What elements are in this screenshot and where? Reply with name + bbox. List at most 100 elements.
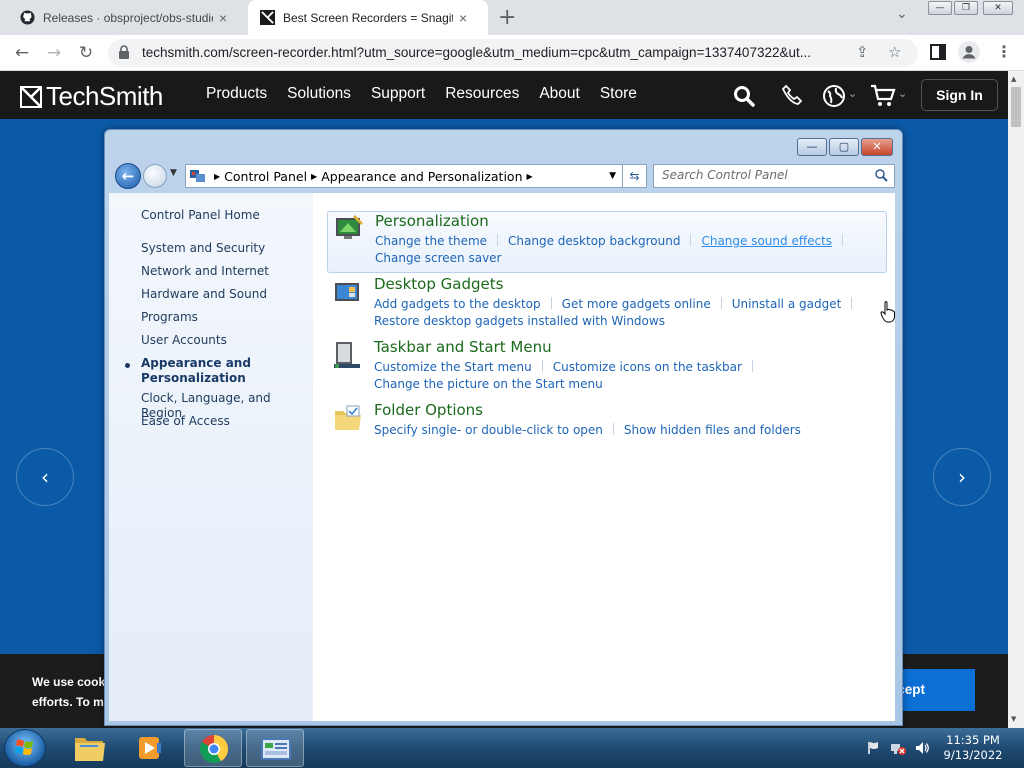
category-title[interactable]: Folder Options — [374, 401, 483, 419]
breadcrumb-control-panel[interactable]: Control Panel — [224, 169, 307, 184]
cp-close-button[interactable]: ✕ — [861, 138, 893, 156]
nav-system-security[interactable]: System and Security — [141, 241, 265, 256]
cp-history-dropdown-icon[interactable]: ▼ — [170, 168, 177, 178]
tab-snagit[interactable]: Best Screen Recorders = Snagit × — [248, 0, 488, 35]
address-dropdown-icon[interactable]: ▼ — [609, 171, 616, 181]
address-bar[interactable]: techsmith.com/screen-recorder.html?utm_s… — [108, 39, 918, 67]
taskbar-chrome[interactable] — [184, 729, 242, 767]
tray-volume-icon[interactable] — [914, 740, 930, 756]
clock-time: 11:35 PM — [946, 733, 1000, 747]
chevron-down-icon[interactable]: ⌄ — [848, 87, 857, 100]
magnifier-icon[interactable] — [874, 168, 888, 182]
cp-maximize-button[interactable]: ▢ — [829, 138, 859, 156]
reload-button[interactable]: ↻ — [74, 41, 98, 65]
category-title[interactable]: Desktop Gadgets — [374, 275, 503, 293]
cp-breadcrumb[interactable]: ▶ Control Panel ▶ Appearance and Persona… — [185, 164, 647, 188]
link-change-screen-saver[interactable]: Change screen saver — [375, 251, 502, 265]
cp-search-placeholder: Search Control Panel — [662, 168, 788, 182]
category-links: Customize the Start menu Customize icons … — [374, 359, 894, 393]
taskbar-clock[interactable]: 11:35 PM 9/13/2022 — [938, 733, 1008, 763]
media-player-icon — [139, 737, 161, 759]
link-customize-taskbar-icons[interactable]: Customize icons on the taskbar — [553, 360, 742, 374]
logo-text: TechSmith — [46, 81, 163, 111]
divider — [751, 360, 753, 372]
cart-icon[interactable] — [870, 84, 896, 108]
divider — [720, 297, 722, 309]
category-links: Change the theme Change desktop backgroun… — [375, 233, 895, 267]
page-scrollbar[interactable]: ▲ ▼ — [1008, 71, 1024, 728]
link-restore-gadgets[interactable]: Restore desktop gadgets installed with W… — [374, 314, 665, 328]
link-get-more-gadgets[interactable]: Get more gadgets online — [562, 297, 711, 311]
globe-icon[interactable] — [822, 84, 846, 108]
browser-tab-strip: Releases · obsproject/obs-studio × Best … — [0, 0, 1024, 35]
nav-appearance-personalization[interactable]: Appearance and Personalization — [141, 356, 251, 386]
cp-forward-button[interactable] — [143, 164, 167, 188]
link-customize-start-menu[interactable]: Customize the Start menu — [374, 360, 532, 374]
nav-solutions[interactable]: Solutions — [287, 85, 351, 103]
control-panel-icon — [261, 738, 291, 760]
cp-minimize-button[interactable]: — — [797, 138, 827, 156]
profile-avatar-icon[interactable] — [958, 41, 980, 63]
link-change-desktop-background[interactable]: Change desktop background — [508, 234, 680, 248]
nav-programs[interactable]: Programs — [141, 310, 198, 325]
cp-refresh-button[interactable]: ⇆ — [622, 164, 647, 188]
link-add-gadgets[interactable]: Add gadgets to the desktop — [374, 297, 541, 311]
nav-resources[interactable]: Resources — [445, 85, 519, 103]
start-button[interactable] — [4, 729, 46, 767]
link-show-hidden-files[interactable]: Show hidden files and folders — [624, 423, 801, 437]
nav-support[interactable]: Support — [371, 85, 425, 103]
tray-network-icon[interactable] — [890, 740, 906, 756]
sign-in-button[interactable]: Sign In — [921, 79, 998, 111]
techsmith-logo[interactable]: TechSmith — [20, 81, 163, 112]
nav-label-line: Appearance and — [141, 356, 251, 370]
back-button[interactable]: ← — [10, 41, 34, 65]
tab-close-icon[interactable]: × — [219, 10, 227, 26]
nav-network-internet[interactable]: Network and Internet — [141, 264, 269, 279]
tab-search-chevron-icon[interactable]: ⌄ — [896, 6, 908, 22]
bookmark-star-icon[interactable]: ☆ — [888, 43, 901, 61]
link-change-sound-effects[interactable]: Change sound effects — [701, 234, 832, 248]
share-icon[interactable]: ⇪ — [856, 43, 869, 61]
menu-kebab-icon[interactable]: ⋮ — [996, 42, 1012, 61]
link-change-start-picture[interactable]: Change the picture on the Start menu — [374, 377, 603, 391]
category-title[interactable]: Personalization — [375, 212, 489, 230]
nav-ease-of-access[interactable]: Ease of Access — [141, 414, 230, 429]
tab-obs-releases[interactable]: Releases · obsproject/obs-studio × — [8, 0, 248, 35]
divider — [851, 297, 853, 309]
nav-user-accounts[interactable]: User Accounts — [141, 333, 227, 348]
taskbar-media-player[interactable] — [122, 729, 180, 767]
breadcrumb-appearance[interactable]: Appearance and Personalization — [321, 169, 522, 184]
cp-search-input[interactable]: Search Control Panel — [653, 164, 895, 188]
link-uninstall-gadget[interactable]: Uninstall a gadget — [732, 297, 842, 311]
carousel-next-button[interactable]: › — [933, 448, 991, 506]
nav-control-panel-home[interactable]: Control Panel Home — [141, 208, 260, 223]
cookie-line: efforts. To m — [32, 695, 104, 709]
restore-button[interactable]: ❐ — [954, 1, 978, 15]
side-panel-icon[interactable] — [930, 44, 946, 60]
nav-about[interactable]: About — [539, 85, 580, 103]
link-change-theme[interactable]: Change the theme — [375, 234, 487, 248]
search-icon[interactable] — [733, 85, 755, 107]
cp-back-button[interactable]: ← — [115, 163, 141, 189]
tab-close-icon[interactable]: × — [459, 10, 467, 26]
minimize-button[interactable]: — — [928, 1, 952, 15]
tray-flag-icon[interactable] — [866, 740, 882, 756]
link-single-double-click[interactable]: Specify single- or double-click to open — [374, 423, 603, 437]
scroll-up-icon[interactable]: ▲ — [1011, 75, 1016, 83]
personalization-icon — [336, 214, 364, 239]
forward-button[interactable]: → — [42, 41, 66, 65]
nav-store[interactable]: Store — [600, 85, 637, 103]
carousel-prev-button[interactable]: ‹ — [16, 448, 74, 506]
nav-hardware-sound[interactable]: Hardware and Sound — [141, 287, 267, 302]
scroll-thumb[interactable] — [1011, 87, 1021, 127]
windows-logo-icon — [15, 739, 33, 755]
scroll-down-icon[interactable]: ▼ — [1011, 715, 1016, 723]
chevron-down-icon[interactable]: ⌄ — [898, 87, 907, 100]
nav-products[interactable]: Products — [206, 85, 267, 103]
taskbar-explorer[interactable] — [60, 729, 118, 767]
close-window-button[interactable]: ✕ — [983, 1, 1013, 15]
taskbar-control-panel[interactable] — [246, 729, 304, 767]
new-tab-button[interactable]: + — [498, 5, 516, 30]
category-title[interactable]: Taskbar and Start Menu — [374, 338, 552, 356]
phone-icon[interactable] — [781, 84, 803, 106]
